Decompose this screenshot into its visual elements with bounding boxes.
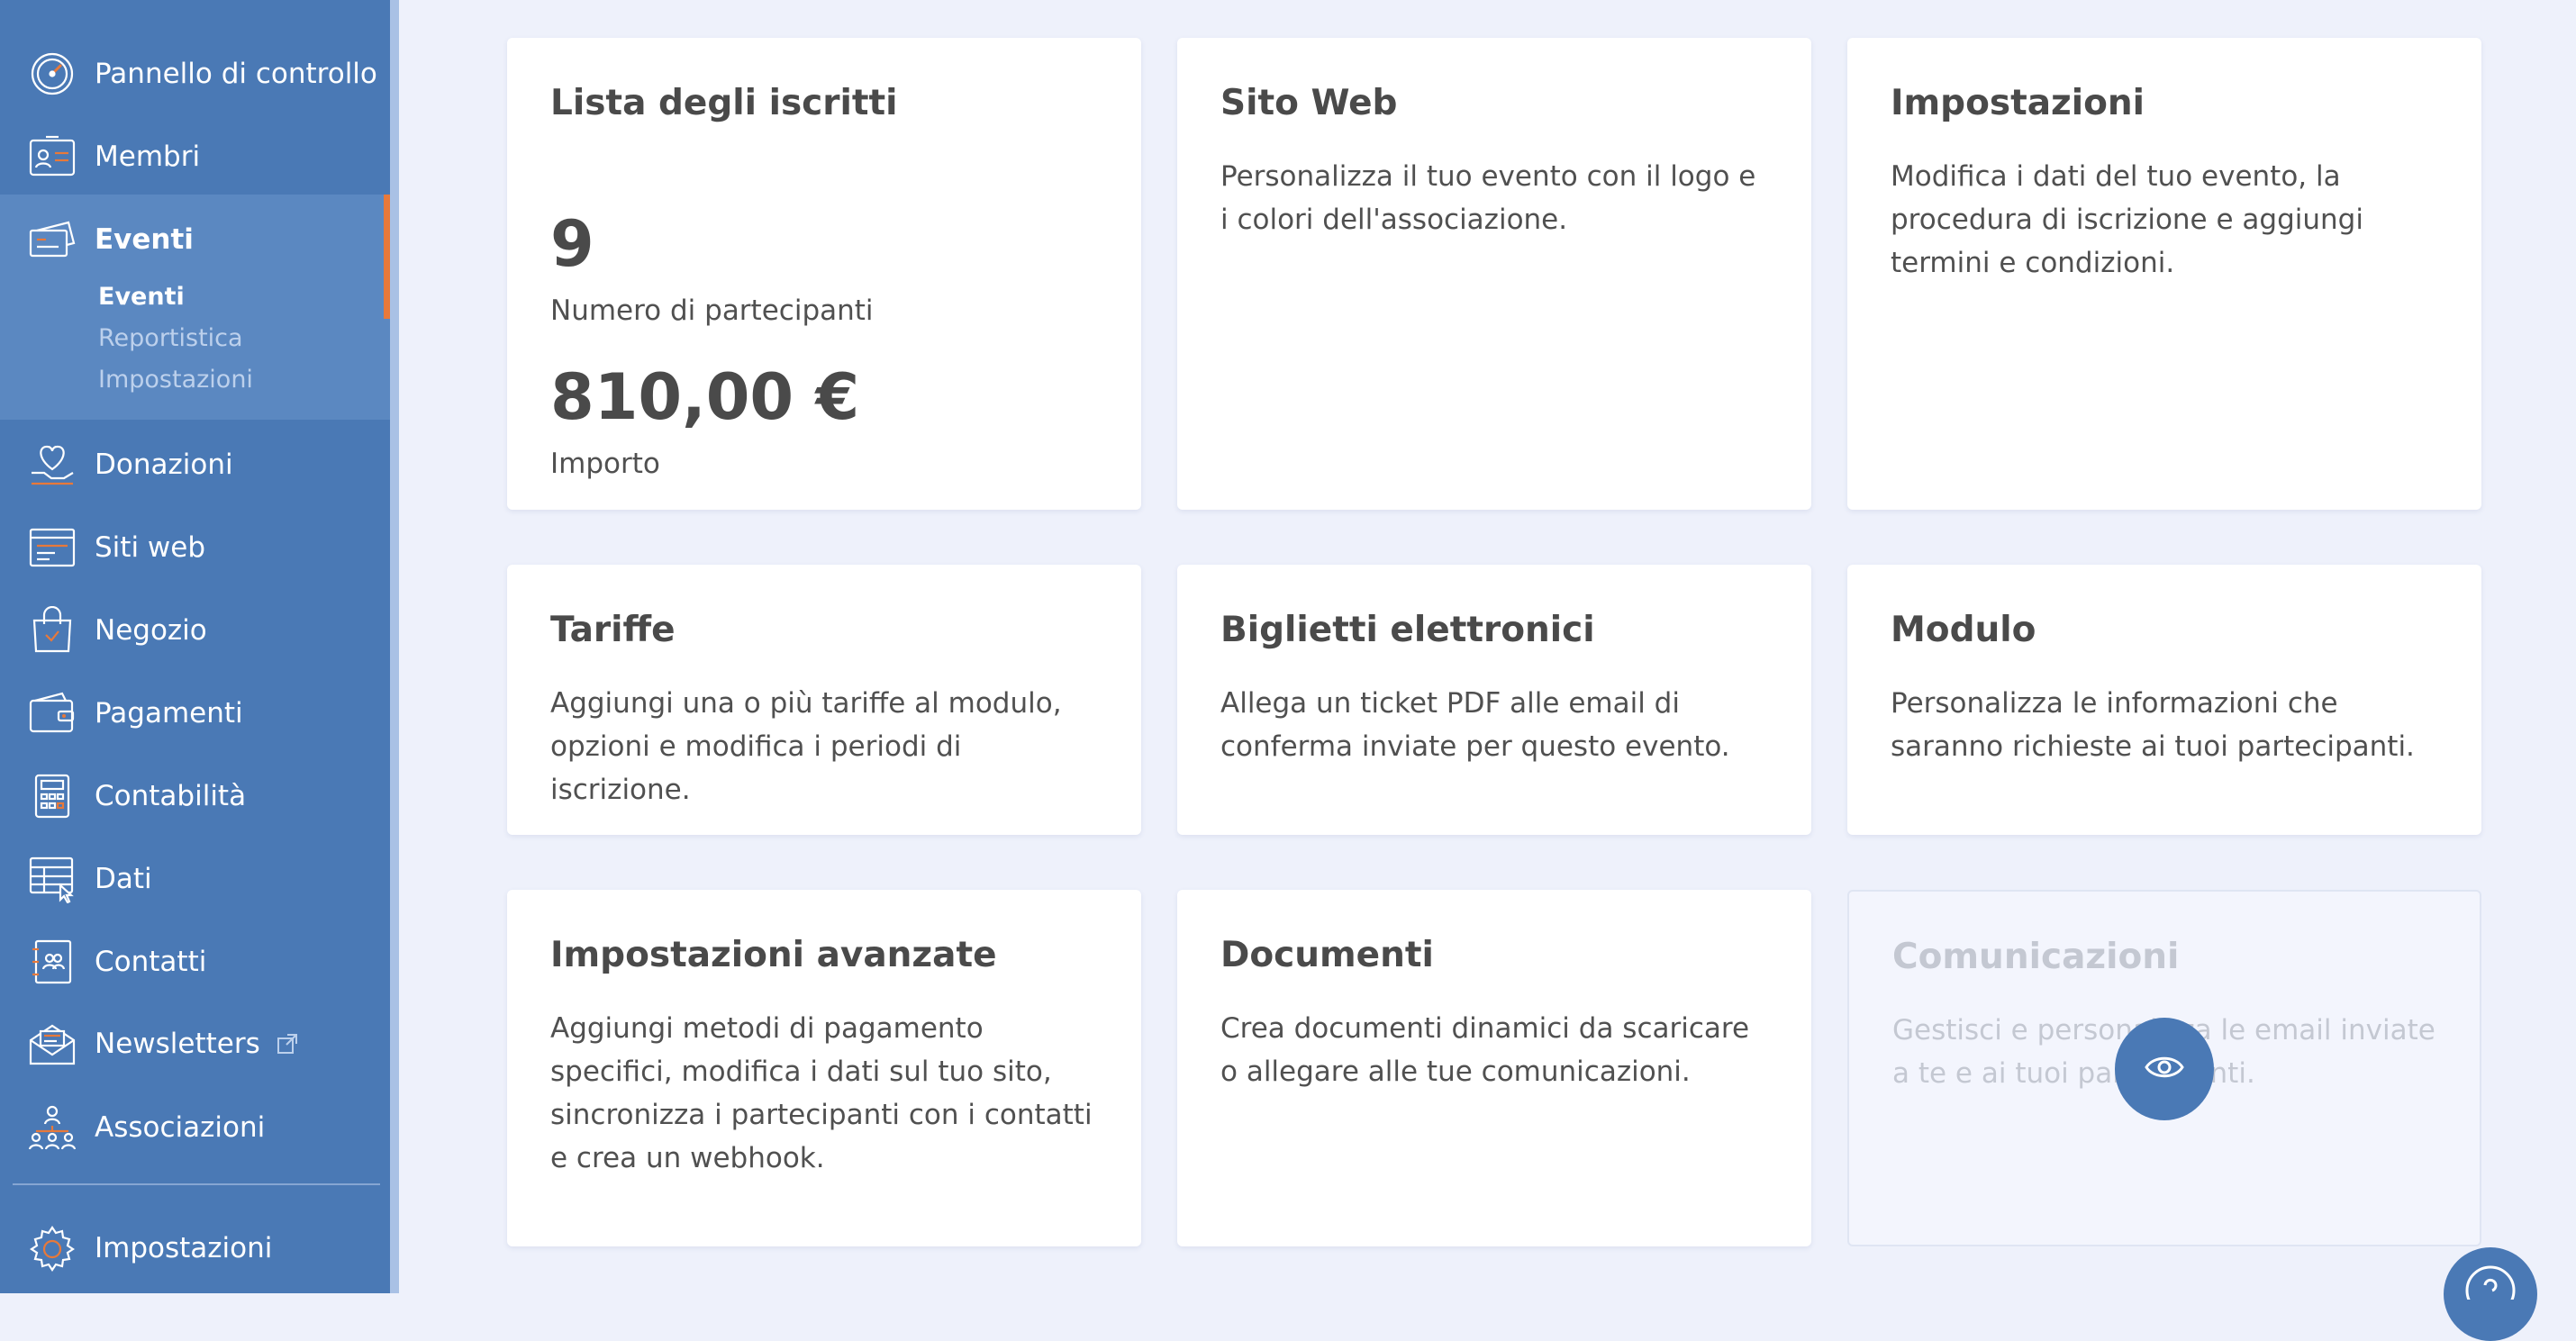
card-description: Personalizza il tuo evento con il logo e… [1220,160,1756,236]
sidebar-item-label: Newsletters [95,1028,298,1062]
sidebar-item-websites[interactable]: Siti web [0,512,390,584]
donation-heart-icon [27,439,77,490]
card-description: Aggiungi metodi di pagamento specifici, … [550,1012,1093,1174]
help-question-icon [2463,1264,2517,1316]
card-rates[interactable]: Tariffe Aggiungi una o più tariffe al mo… [507,565,1141,835]
address-book-icon [27,937,77,987]
shopping-bag-icon [27,605,77,656]
sidebar-item-donations[interactable]: Donazioni [0,429,390,501]
sidebar-item-label: Contabilità [95,780,247,812]
sidebar-item-label: Negozio [95,614,207,647]
sidebar-item-label: Contatti [95,946,207,978]
card-title: Impostazioni avanzate [550,935,997,975]
wallet-icon [27,688,77,738]
card-description: Aggiungi una o più tariffe al modulo, op… [550,687,1062,806]
member-card-icon [27,131,77,182]
sidebar-item-shop[interactable]: Negozio [0,594,390,666]
card-title: Lista degli iscritti [550,83,898,123]
participants-label: Numero di partecipanti [550,294,874,327]
sidebar-item-label: Dati [95,863,152,895]
sidebar-item-dashboard[interactable]: Pannello di controllo [0,38,390,110]
sidebar: Pannello di controllo Membri Eventi Even… [0,0,390,1293]
card-website[interactable]: Sito Web Personalizza il tuo evento con … [1177,38,1811,510]
sidebar-item-label: Eventi [95,223,194,256]
sidebar-item-payments[interactable]: Pagamenti [0,677,390,749]
sidebar-edge [390,0,399,1293]
sidebar-item-label: Membri [95,140,201,173]
sidebar-item-accounting[interactable]: Contabilità [0,760,390,832]
card-registrants-list[interactable]: Lista degli iscritti 9 Numero di parteci… [507,38,1141,510]
organization-icon [27,1102,77,1153]
sidebar-item-label: Pannello di controllo [95,58,377,90]
website-icon [27,522,77,573]
help-button[interactable] [2444,1247,2537,1341]
sidebar-item-data[interactable]: Dati [0,843,390,915]
sidebar-item-label: Donazioni [95,449,233,481]
data-table-icon [27,854,77,904]
card-e-tickets[interactable]: Biglietti elettronici Allega un ticket P… [1177,565,1811,835]
card-description: Crea documenti dinamici da scaricare o a… [1220,1012,1750,1088]
card-title: Modulo [1891,610,2036,650]
card-title: Documenti [1220,935,1434,975]
sidebar-item-members[interactable]: Membri [0,121,390,193]
card-title: Biglietti elettronici [1220,610,1595,650]
card-advanced-settings[interactable]: Impostazioni avanzate Aggiungi metodi di… [507,890,1141,1246]
preview-button[interactable] [2115,1018,2214,1120]
card-title: Comunicazioni [1892,937,2180,977]
subnav-item-settings[interactable]: Impostazioni [98,366,253,394]
sidebar-item-label: Siti web [95,531,206,564]
sidebar-item-contacts[interactable]: Contatti [0,926,390,998]
subnav-item-events[interactable]: Eventi [98,283,185,311]
calculator-icon [27,771,77,821]
sidebar-item-label: Associazioni [95,1111,266,1144]
sidebar-item-associations[interactable]: Associazioni [0,1092,390,1164]
eye-icon [2145,1054,2184,1084]
subnav-item-reports[interactable]: Reportistica [98,324,243,352]
card-form[interactable]: Modulo Personalizza le informazioni che … [1847,565,2481,835]
card-description: Modifica i dati del tuo evento, la proce… [1891,160,2363,279]
sidebar-item-events[interactable]: Eventi [0,204,390,276]
sidebar-item-label: Impostazioni [95,1232,273,1264]
card-documents[interactable]: Documenti Crea documenti dinamici da sca… [1177,890,1811,1246]
card-title: Impostazioni [1891,83,2145,123]
card-description: Personalizza le informazioni che saranno… [1891,687,2415,763]
amount-value: 810,00 € [550,360,860,434]
sidebar-item-newsletters[interactable]: Newsletters [0,1009,390,1081]
sidebar-item-settings[interactable]: Impostazioni [0,1212,390,1284]
participants-count: 9 [550,207,594,281]
sidebar-item-label: Pagamenti [95,697,243,729]
card-title: Tariffe [550,610,676,650]
card-description: Allega un ticket PDF alle email di confe… [1220,687,1730,763]
gear-icon [27,1223,77,1273]
sidebar-divider [13,1183,380,1185]
amount-label: Importo [550,448,660,480]
external-link-icon [277,1029,298,1062]
dashboard-gauge-icon [27,49,77,99]
envelope-icon [27,1019,77,1070]
card-title: Sito Web [1220,83,1398,123]
card-settings[interactable]: Impostazioni Modifica i dati del tuo eve… [1847,38,2481,510]
event-tickets-icon [27,214,77,265]
newsletters-label-text: Newsletters [95,1028,260,1061]
